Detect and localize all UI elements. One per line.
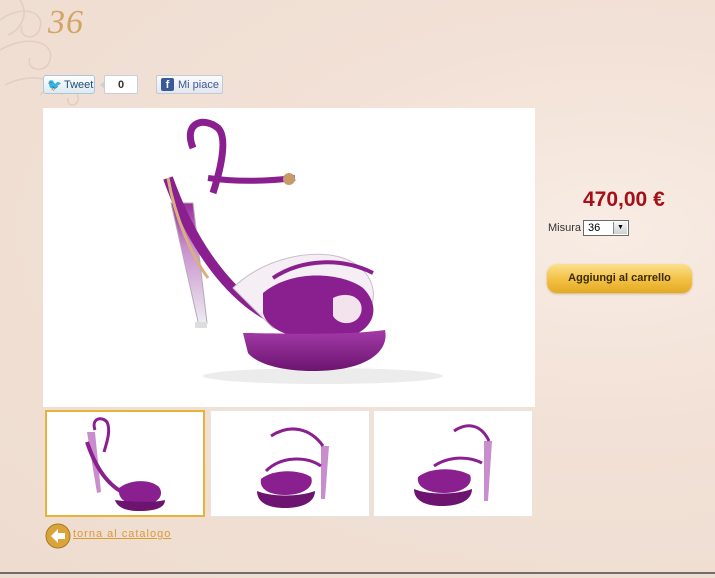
back-to-catalog-link[interactable]: torna al catalogo (73, 528, 171, 540)
thumbnail-1[interactable] (45, 410, 205, 517)
thumbnail-3-sandal (414, 424, 492, 506)
tweet-label: Tweet (63, 78, 94, 91)
main-product-image (43, 108, 535, 407)
back-arrow-icon[interactable] (45, 523, 71, 549)
thumbnail-3[interactable] (373, 410, 533, 517)
tweet-count: 0 (100, 75, 138, 94)
facebook-like-button[interactable]: f Mi piace (156, 75, 223, 94)
facebook-icon: f (161, 78, 174, 91)
size-select-value: 36 (588, 222, 601, 234)
size-select[interactable]: 36 ▼ (583, 220, 629, 236)
chevron-down-icon: ▼ (613, 222, 627, 234)
bottom-divider (0, 572, 715, 574)
size-label: Misura (548, 222, 582, 234)
thumbnail-1-sandal (85, 417, 165, 511)
size-heading: 36 (48, 4, 84, 41)
thumbnail-2[interactable] (210, 410, 370, 517)
thumbnail-2-sandal (257, 427, 329, 508)
product-price: 470,00 € (583, 188, 665, 211)
add-to-cart-button[interactable]: Aggiungi al carrello (547, 264, 692, 293)
like-label: Mi piace (178, 78, 219, 91)
tweet-button[interactable]: 🐦 Tweet (43, 75, 95, 94)
sandal-illustration (163, 118, 443, 384)
twitter-bird-icon: 🐦 (47, 77, 62, 92)
